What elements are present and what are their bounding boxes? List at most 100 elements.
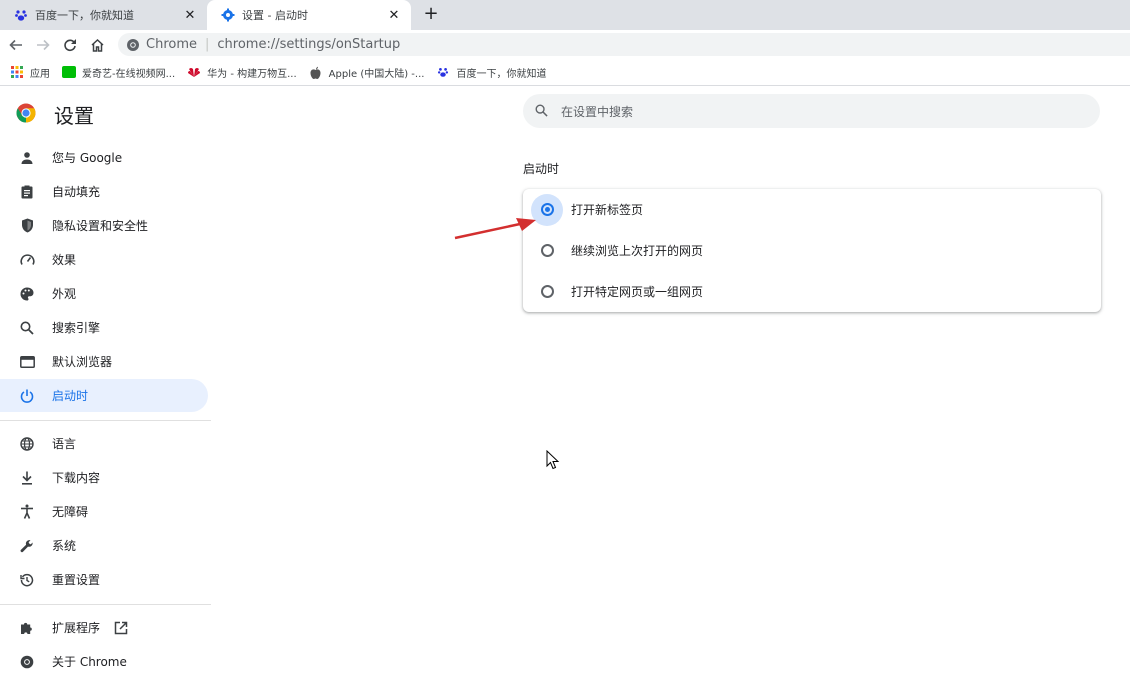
browser-toolbar: Chrome | chrome://settings/onStartup xyxy=(0,30,1130,59)
back-arrow-icon[interactable] xyxy=(6,35,26,55)
option-open-new-tab[interactable]: 打开新标签页 xyxy=(523,189,1101,230)
sidebar-item-label: 下载内容 xyxy=(52,471,101,485)
sidebar-item-about-chrome[interactable]: 关于 Chrome xyxy=(0,645,208,678)
reload-icon[interactable] xyxy=(60,35,80,55)
bookmarks-bar: 应用 爱奇艺-在线视频网... 华为 - 构建万物互... Apple (中国大… xyxy=(0,59,1130,86)
baidu-paw-icon xyxy=(436,65,450,79)
forward-arrow-icon[interactable] xyxy=(33,35,53,55)
sidebar-divider xyxy=(0,420,211,421)
sidebar-item-label: 重置设置 xyxy=(52,573,101,587)
address-bar[interactable]: Chrome | chrome://settings/onStartup xyxy=(118,33,1130,56)
option-continue-where-left-off[interactable]: 继续浏览上次打开的网页 xyxy=(523,230,1101,271)
sidebar-item-label: 您与 Google xyxy=(52,151,123,165)
search-placeholder: 在设置中搜索 xyxy=(561,104,634,119)
tab-title: 设置 - 启动时 xyxy=(242,9,308,22)
apple-logo-icon xyxy=(309,65,323,79)
search-icon xyxy=(19,320,35,336)
tab-strip: 百度一下，你就知道 ✕ 设置 - 启动时 ✕ + xyxy=(0,0,1130,30)
site-chip-label: Chrome xyxy=(146,37,197,52)
external-link-icon xyxy=(114,621,128,635)
huawei-logo-icon xyxy=(187,65,201,79)
sidebar-item-label: 无障碍 xyxy=(52,505,89,519)
bookmark-huawei[interactable]: 华为 - 构建万物互... xyxy=(187,65,297,80)
option-open-specific-pages[interactable]: 打开特定网页或一组网页 xyxy=(523,271,1101,312)
bookmark-label: 应用 xyxy=(30,68,50,80)
sidebar-item-downloads[interactable]: 下载内容 xyxy=(0,461,208,494)
chrome-icon xyxy=(19,654,35,670)
bookmark-label: 华为 - 构建万物互... xyxy=(207,68,297,80)
bookmark-label: Apple (中国大陆) -... xyxy=(328,68,425,80)
close-tab-icon[interactable]: ✕ xyxy=(385,8,403,23)
sidebar-item-label: 启动时 xyxy=(52,389,89,403)
sidebar-item-label: 搜索引擎 xyxy=(52,321,101,335)
sidebar-item-label: 效果 xyxy=(52,253,77,267)
apps-grid-icon xyxy=(10,65,24,79)
chrome-logo-icon xyxy=(16,103,36,127)
bookmark-label: 爱奇艺-在线视频网... xyxy=(82,68,176,80)
sidebar-item-label: 关于 Chrome xyxy=(52,655,127,669)
sidebar-item-languages[interactable]: 语言 xyxy=(0,427,208,460)
sidebar-item-performance[interactable]: 效果 xyxy=(0,243,208,276)
power-icon xyxy=(19,388,35,404)
chrome-icon xyxy=(126,38,140,52)
person-icon xyxy=(19,150,35,166)
sidebar-item-label: 扩展程序 xyxy=(52,621,101,635)
bookmark-apps[interactable]: 应用 xyxy=(10,65,50,80)
option-label: 打开特定网页或一组网页 xyxy=(571,285,704,299)
sidebar-item-label: 默认浏览器 xyxy=(52,355,113,369)
sidebar-item-default-browser[interactable]: 默认浏览器 xyxy=(0,345,208,378)
close-tab-icon[interactable]: ✕ xyxy=(181,8,199,23)
bookmark-baidu[interactable]: 百度一下，你就知道 xyxy=(436,65,546,80)
radio-button[interactable] xyxy=(540,203,554,216)
clipboard-icon xyxy=(19,184,35,200)
sidebar-item-extensions[interactable]: 扩展程序 xyxy=(0,611,208,644)
sidebar-item-appearance[interactable]: 外观 xyxy=(0,277,208,310)
omnibox-separator: | xyxy=(205,37,210,52)
speedometer-icon xyxy=(19,252,35,268)
browser-icon xyxy=(19,354,35,370)
bookmark-apple[interactable]: Apple (中国大陆) -... xyxy=(309,65,425,80)
radio-wrap xyxy=(531,276,563,308)
sidebar-item-autofill[interactable]: 自动填充 xyxy=(0,175,208,208)
radio-button[interactable] xyxy=(540,285,554,298)
radio-button[interactable] xyxy=(540,244,554,257)
sidebar-item-on-startup[interactable]: 启动时 xyxy=(0,379,208,412)
sidebar-divider xyxy=(0,604,211,605)
bookmark-label: 百度一下，你就知道 xyxy=(456,68,547,80)
sidebar-item-label: 隐私设置和安全性 xyxy=(52,219,149,233)
sidebar-item-search-engine[interactable]: 搜索引擎 xyxy=(0,311,208,344)
option-label: 打开新标签页 xyxy=(571,203,644,217)
sidebar-item-system[interactable]: 系统 xyxy=(0,529,208,562)
gear-icon xyxy=(221,8,235,22)
settings-sidebar: 设置 您与 Google 自动填充 隐私设置和安全性 效果 外观 搜索引擎 默认… xyxy=(0,86,211,691)
url-text[interactable]: chrome://settings/onStartup xyxy=(217,37,400,52)
tab-title: 百度一下，你就知道 xyxy=(35,9,134,22)
startup-options-card: 打开新标签页 继续浏览上次打开的网页 打开特定网页或一组网页 xyxy=(523,189,1101,312)
sidebar-item-label: 系统 xyxy=(52,539,77,553)
sidebar-item-label: 自动填充 xyxy=(52,185,101,199)
baidu-paw-icon xyxy=(14,8,28,22)
page-title: 设置 xyxy=(54,104,94,128)
accessibility-icon xyxy=(19,504,35,520)
bookmark-iqiyi[interactable]: 爱奇艺-在线视频网... xyxy=(62,65,175,80)
search-icon xyxy=(535,104,549,118)
sidebar-item-label: 外观 xyxy=(52,287,77,301)
palette-icon xyxy=(19,286,35,302)
restore-icon xyxy=(19,572,35,588)
sidebar-item-reset[interactable]: 重置设置 xyxy=(0,563,208,596)
home-icon[interactable] xyxy=(87,35,107,55)
puzzle-icon xyxy=(19,620,35,636)
sidebar-item-privacy[interactable]: 隐私设置和安全性 xyxy=(0,209,208,242)
sidebar-item-you-and-google[interactable]: 您与 Google xyxy=(0,141,208,174)
annotation-arrow-icon xyxy=(454,218,536,240)
new-tab-button[interactable]: + xyxy=(420,4,442,26)
settings-search-input[interactable]: 在设置中搜索 xyxy=(523,94,1100,128)
iqiyi-logo-icon xyxy=(62,65,76,79)
settings-brand: 设置 xyxy=(16,100,94,129)
wrench-icon xyxy=(19,538,35,554)
option-label: 继续浏览上次打开的网页 xyxy=(571,244,704,258)
tab-settings[interactable]: 设置 - 启动时 ✕ xyxy=(207,0,411,30)
tab-baidu[interactable]: 百度一下，你就知道 ✕ xyxy=(0,0,207,30)
mouse-cursor-icon xyxy=(546,450,560,470)
sidebar-item-accessibility[interactable]: 无障碍 xyxy=(0,495,208,528)
